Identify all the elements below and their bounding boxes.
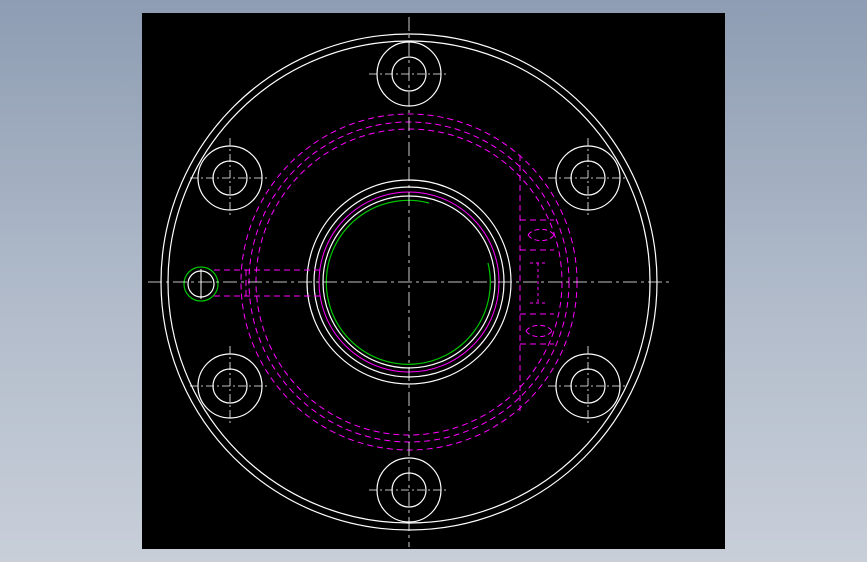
cad-viewport[interactable] <box>142 13 725 549</box>
side-port <box>183 266 219 302</box>
bolt-hole-upper-right <box>548 138 628 218</box>
flange-drawing <box>148 17 670 547</box>
bolt-hole-upper-left <box>190 138 270 218</box>
hidden-section-right <box>519 155 555 411</box>
bolt-hole-lower-left <box>190 346 270 426</box>
bolt-hole-lower-right <box>548 346 628 426</box>
